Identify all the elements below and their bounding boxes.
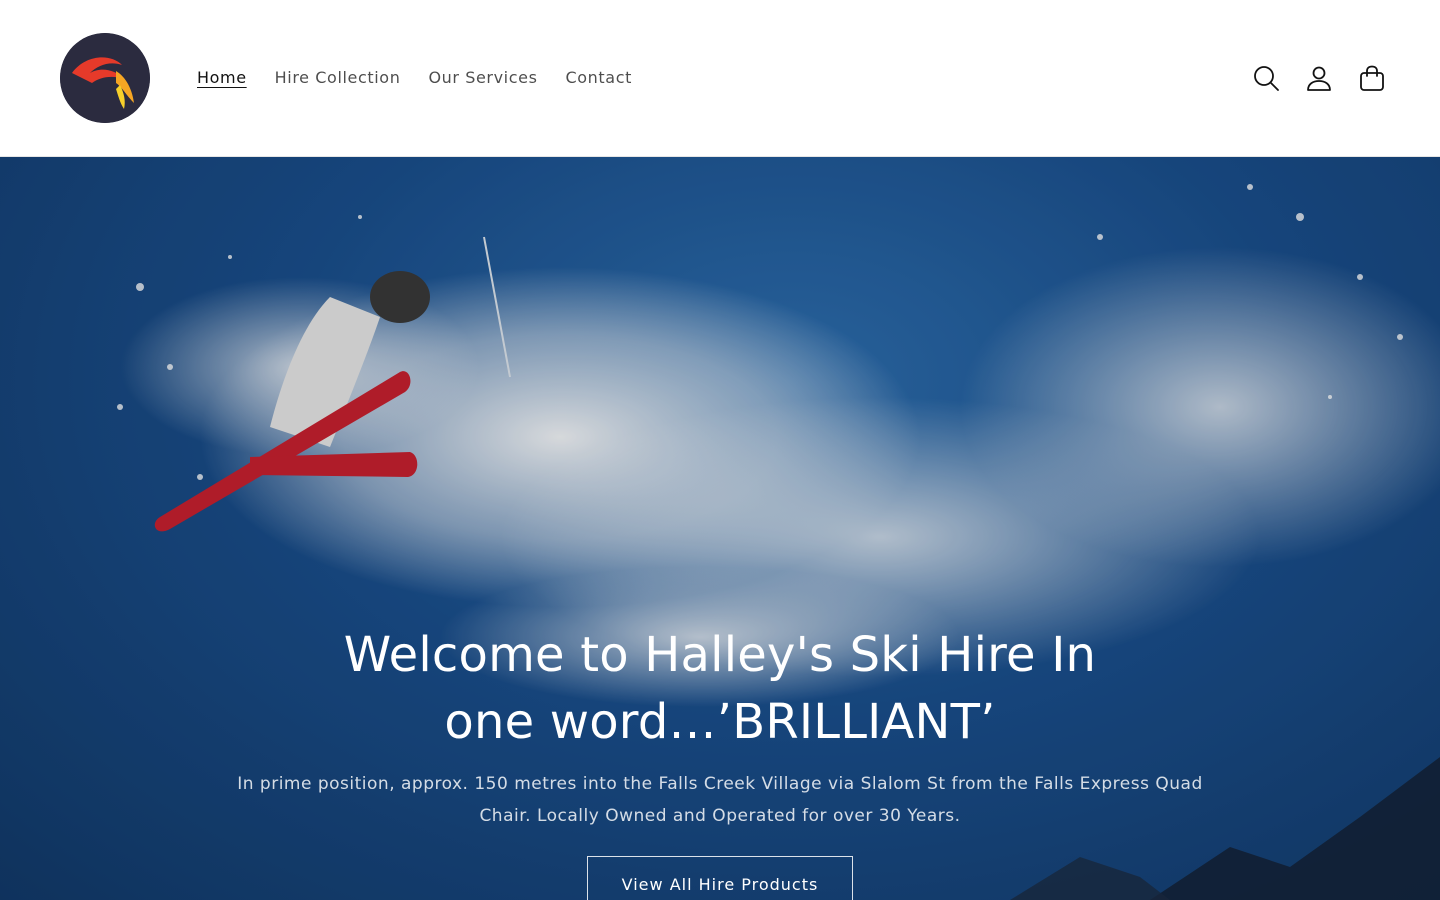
hero-title: Welcome to Halley's Ski Hire In one word… [343, 627, 1097, 750]
site-header: Home Hire Collection Our Services Contac… [0, 0, 1440, 157]
nav-item-hire-collection[interactable]: Hire Collection [261, 63, 415, 93]
view-all-hire-products-button[interactable]: View All Hire Products [586, 856, 854, 900]
header-icons [1244, 56, 1394, 100]
hero-banner: Welcome to Halley's Ski Hire In one word… [0, 157, 1440, 900]
cart-button[interactable] [1350, 56, 1394, 100]
site-logo[interactable] [60, 33, 150, 123]
nav-item-contact[interactable]: Contact [552, 63, 646, 93]
comet-logo-icon [60, 33, 150, 123]
nav-item-our-services[interactable]: Our Services [414, 63, 551, 93]
cart-icon [1360, 65, 1384, 91]
hero-content: Welcome to Halley's Ski Hire In one word… [180, 622, 1260, 900]
account-button[interactable] [1297, 56, 1341, 100]
hero-subtitle: In prime position, approx. 150 metres in… [237, 774, 1203, 826]
search-icon [1254, 66, 1279, 91]
account-icon [1307, 66, 1331, 91]
nav-item-home[interactable]: Home [183, 63, 261, 93]
search-button[interactable] [1244, 56, 1288, 100]
main-nav: Home Hire Collection Our Services Contac… [183, 63, 646, 93]
